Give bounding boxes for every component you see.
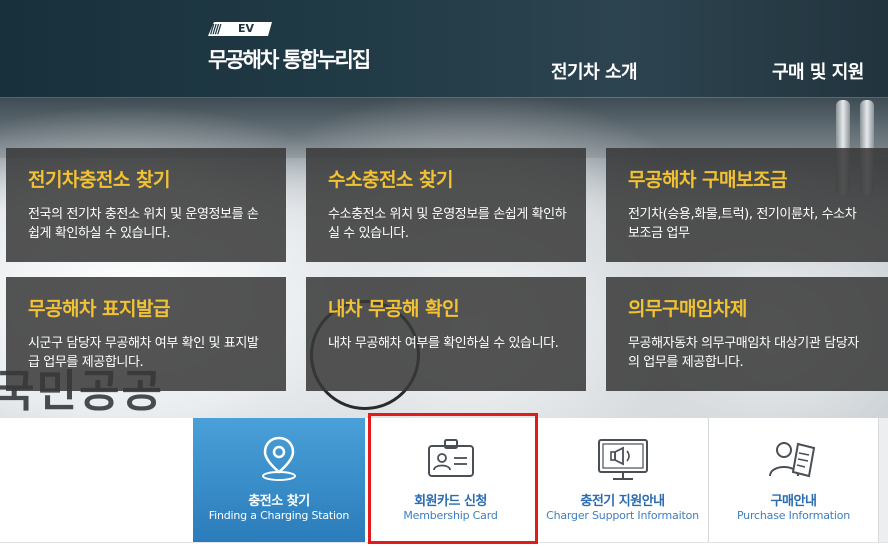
quick-edge bbox=[879, 418, 888, 542]
tile-desc: 무공해자동차 의무구매임차 대상기관 담당자의 업무를 제공합니다. bbox=[628, 336, 859, 370]
site-logo[interactable]: EV //// 무공해차 통합누리집 bbox=[208, 22, 378, 74]
quick-subtitle: Purchase Information bbox=[736, 509, 851, 522]
logo-slashes: //// bbox=[210, 22, 221, 36]
nav-ev-intro[interactable]: 전기차 소개 bbox=[551, 58, 638, 84]
tile-title: 의무구매임차제 bbox=[628, 298, 747, 320]
tile-purchase-subsidy[interactable]: 무공해차 구매보조금 전기차(승용,화물,트럭), 전기이륜차, 수소차 보조금… bbox=[606, 148, 888, 262]
tile-my-car-check[interactable]: 내차 무공해 확인 내차 무공해차 여부를 확인하실 수 있습니다. bbox=[306, 277, 586, 391]
quick-title: 충전소 찾기 bbox=[248, 494, 310, 509]
quick-membership-card[interactable]: 회원카드 신청 Membership Card bbox=[365, 418, 537, 542]
nav-purchase-support[interactable]: 구매 및 지원 bbox=[772, 58, 864, 84]
tile-desc: 전기차(승용,화물,트럭), 전기이륜차, 수소차 보조금 업무 bbox=[628, 207, 857, 241]
quick-subtitle: Finding a Charging Station bbox=[208, 509, 350, 522]
tile-desc: 전국의 전기차 충전소 위치 및 운영정보를 손쉽게 확인하실 수 있습니다. bbox=[28, 207, 259, 241]
logo-title: 무공해차 통합누리집 bbox=[208, 48, 371, 72]
quick-find-charging-station[interactable]: 충전소 찾기 Finding a Charging Station bbox=[193, 418, 365, 542]
quick-title: 충전기 지원안내 bbox=[580, 494, 665, 509]
tile-desc: 시군구 담당자 무공해차 여부 확인 및 표지발급 업무를 제공합니다. bbox=[28, 336, 259, 370]
quick-subtitle: Membership Card bbox=[403, 509, 498, 522]
id-card-icon bbox=[427, 439, 474, 477]
quick-menu: 충전소 찾기 Finding a Charging Station 회원카드 신… bbox=[0, 418, 888, 547]
quick-subtitle: Charger Support Informaiton bbox=[546, 509, 699, 522]
tile-mandatory-purchase[interactable]: 의무구매임차제 무공해자동차 의무구매임차 대상기관 담당자의 업무를 제공합니… bbox=[606, 277, 888, 391]
quick-charger-support[interactable]: 충전기 지원안내 Charger Support Informaiton bbox=[537, 418, 709, 542]
tile-title: 전기차충전소 찾기 bbox=[28, 169, 170, 191]
tile-hydrogen-station[interactable]: 수소충전소 찾기 수소충전소 위치 및 운영정보를 손쉽게 확인하실 수 있습니… bbox=[306, 148, 586, 262]
quick-bottom-line bbox=[0, 542, 888, 543]
tile-ev-charging-station[interactable]: 전기차충전소 찾기 전국의 전기차 충전소 위치 및 운영정보를 손쉽게 확인하… bbox=[6, 148, 286, 262]
tile-desc: 내차 무공해차 여부를 확인하실 수 있습니다. bbox=[328, 336, 559, 351]
quick-title: 구매안내 bbox=[770, 494, 817, 509]
tile-label-issuance[interactable]: 무공해차 표지발급 시군구 담당자 무공해차 여부 확인 및 표지발급 업무를 … bbox=[6, 277, 286, 391]
tile-title: 무공해차 구매보조금 bbox=[628, 169, 787, 191]
monitor-megaphone-icon bbox=[597, 439, 648, 480]
location-pin-icon bbox=[262, 436, 296, 481]
tile-desc: 수소충전소 위치 및 운영정보를 손쉽게 확인하실 수 있습니다. bbox=[328, 207, 567, 241]
header-divider bbox=[0, 97, 888, 98]
tile-title: 수소충전소 찾기 bbox=[328, 169, 453, 191]
tile-title: 내차 무공해 확인 bbox=[328, 298, 460, 320]
quick-title: 회원카드 신청 bbox=[414, 494, 487, 509]
user-document-icon bbox=[768, 442, 815, 478]
quick-purchase-info[interactable]: 구매안내 Purchase Information bbox=[709, 418, 879, 542]
tile-title: 무공해차 표지발급 bbox=[28, 298, 170, 320]
logo-badge-text: EV bbox=[238, 22, 255, 35]
